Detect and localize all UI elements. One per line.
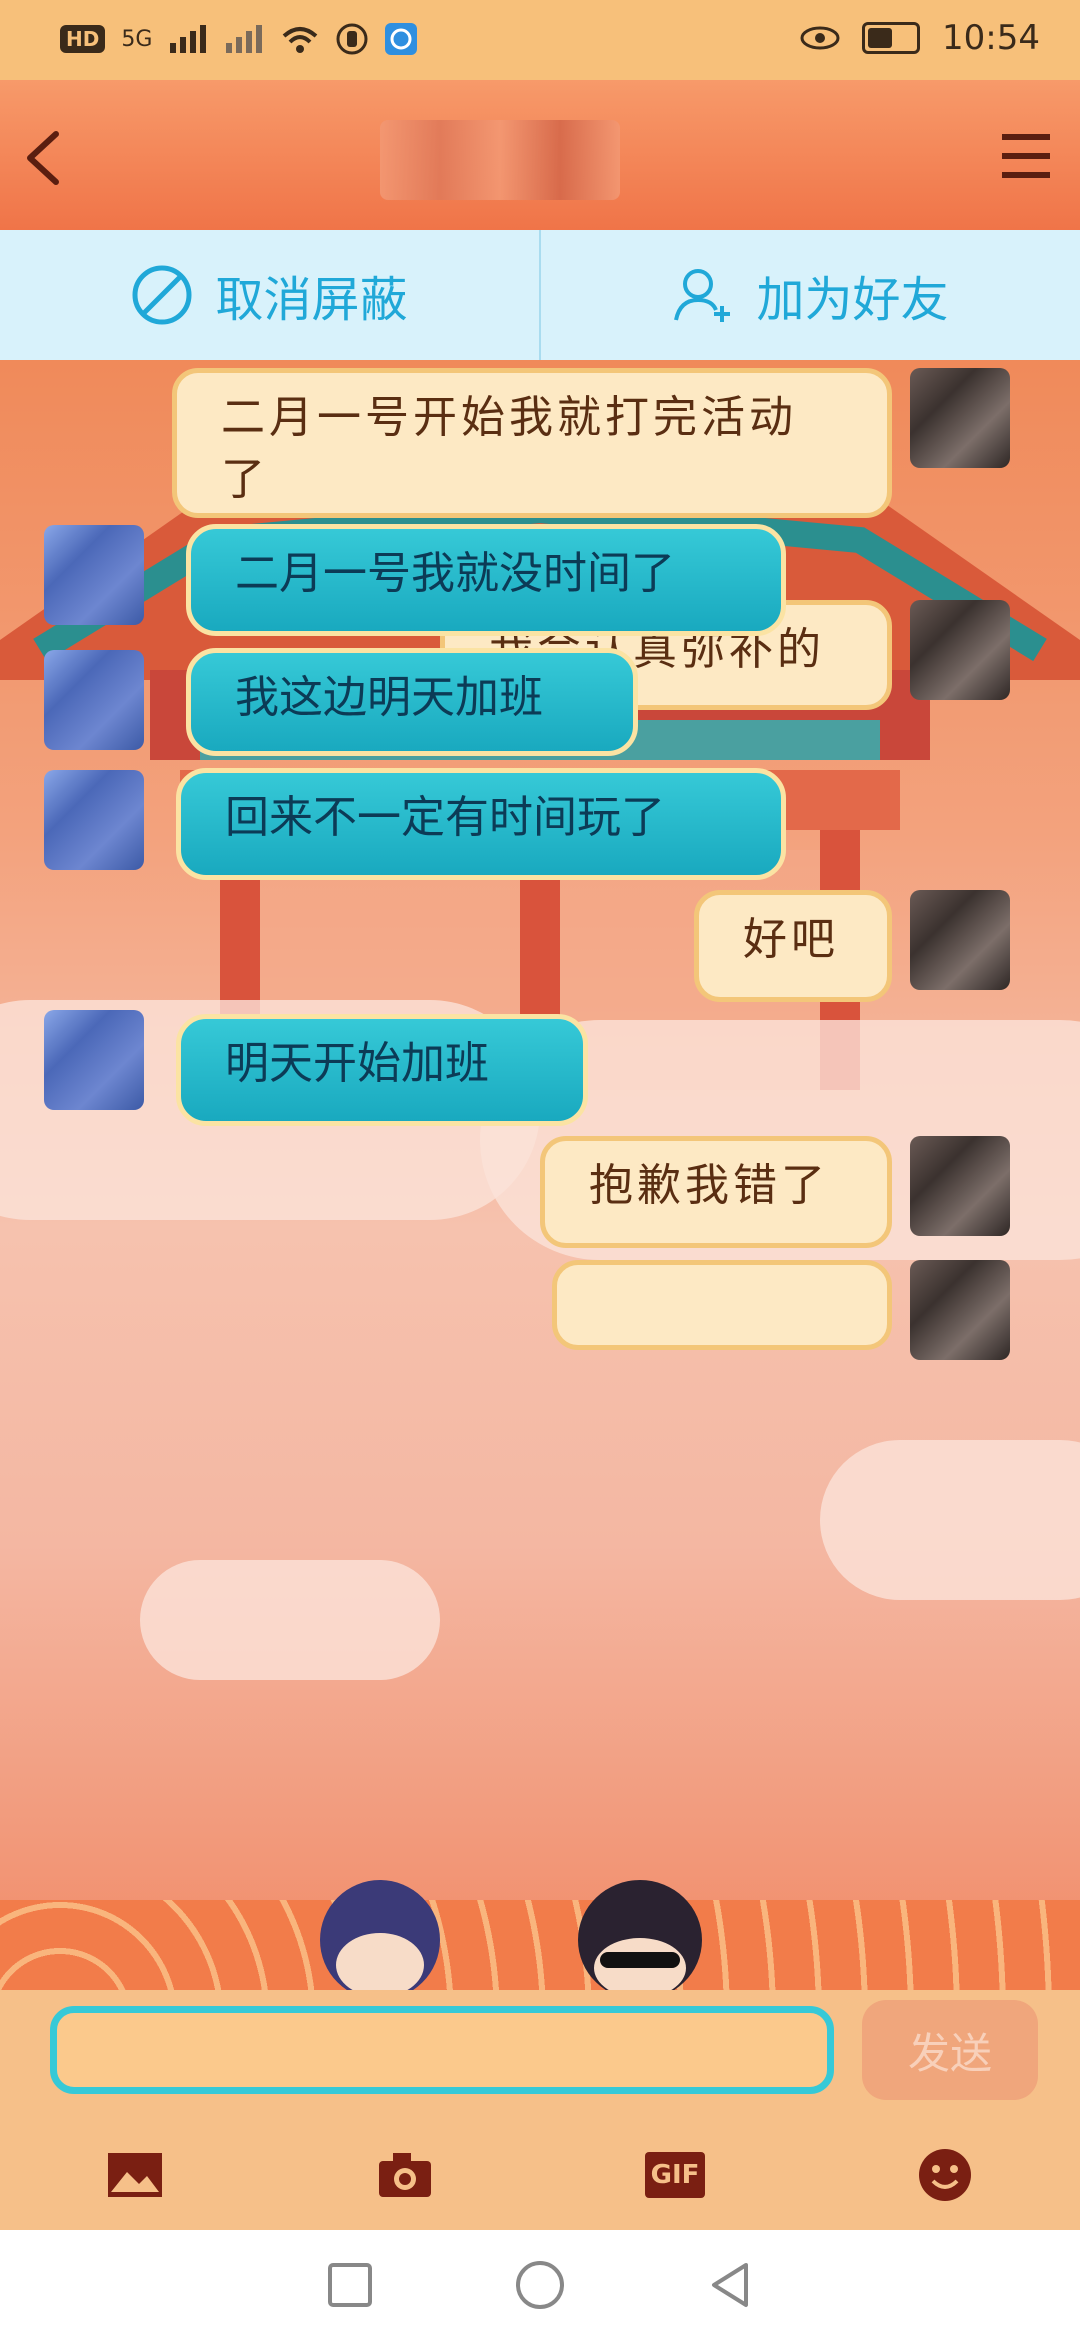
- avatar[interactable]: [44, 1010, 144, 1110]
- message-bubble-outgoing-partial[interactable]: [552, 1260, 892, 1350]
- app-notification-icon: [385, 23, 418, 55]
- home-icon[interactable]: [514, 2259, 566, 2311]
- add-user-icon: [674, 269, 731, 322]
- cloud-decoration: [820, 1440, 1080, 1600]
- emoji-icon: [919, 2149, 971, 2201]
- unblock-button[interactable]: 取消屏蔽: [0, 230, 539, 360]
- mascot-characters: [320, 1880, 702, 2000]
- avatar[interactable]: [910, 1136, 1010, 1236]
- emoji-button[interactable]: [910, 2143, 980, 2207]
- message-bubble-outgoing[interactable]: 好吧: [694, 890, 892, 1002]
- chat-area[interactable]: 二月一号开始我就打完活动了 我会认真弥补的 二月一号我就没时间了 我这边明天加班…: [0, 360, 1080, 1940]
- add-friend-label: 加为好友: [756, 272, 949, 328]
- avatar[interactable]: [44, 650, 144, 750]
- block-icon: [132, 265, 192, 325]
- status-right: 10:54: [800, 18, 1040, 58]
- avatar[interactable]: [910, 890, 1010, 990]
- eye-icon: [800, 26, 840, 50]
- message-bubble-incoming[interactable]: 我这边明天加班: [186, 648, 638, 756]
- hd-badge: HD: [60, 25, 106, 53]
- action-bar: 取消屏蔽 加为好友: [0, 230, 1080, 360]
- chat-header: [0, 80, 1080, 230]
- camera-icon: [379, 2153, 431, 2197]
- message-bubble-outgoing[interactable]: 二月一号开始我就打完活动了: [172, 368, 892, 518]
- contact-name-obscured: [380, 120, 620, 200]
- message-input[interactable]: [50, 2006, 834, 2094]
- network-label: 5G: [121, 26, 153, 52]
- status-bar: HD 5G 10:54: [0, 0, 1080, 80]
- system-nav-bar: [0, 2230, 1080, 2340]
- cloud-decoration: [140, 1560, 440, 1680]
- battery-icon: [862, 22, 921, 54]
- message-bubble-incoming[interactable]: 回来不一定有时间玩了: [176, 768, 786, 880]
- menu-icon[interactable]: [998, 130, 1054, 182]
- camera-button[interactable]: [370, 2143, 440, 2207]
- image-icon: [108, 2153, 162, 2197]
- gif-button[interactable]: GIF: [640, 2143, 710, 2207]
- input-area: 发送: [0, 1990, 1080, 2120]
- message-bubble-incoming[interactable]: 二月一号我就没时间了: [186, 524, 786, 636]
- avatar[interactable]: [910, 1260, 1010, 1360]
- unblock-label: 取消屏蔽: [215, 272, 408, 328]
- avatar[interactable]: [910, 368, 1010, 468]
- status-left: HD 5G: [60, 22, 418, 56]
- back-icon[interactable]: [706, 2261, 754, 2309]
- add-friend-button[interactable]: 加为好友: [541, 230, 1080, 360]
- message-bubble-outgoing[interactable]: 抱歉我错了: [540, 1136, 892, 1248]
- avatar[interactable]: [910, 600, 1010, 700]
- avatar[interactable]: [44, 770, 144, 870]
- back-arrow-icon[interactable]: [18, 128, 68, 188]
- recents-icon[interactable]: [326, 2261, 374, 2309]
- wifi-icon: [283, 27, 318, 53]
- hand-icon: [336, 23, 368, 55]
- signal-icon-secondary: [226, 25, 263, 53]
- gif-icon: GIF: [644, 2152, 706, 2198]
- send-button[interactable]: 发送: [862, 2000, 1038, 2100]
- image-button[interactable]: [100, 2143, 170, 2207]
- message-bubble-incoming[interactable]: 明天开始加班: [176, 1014, 588, 1126]
- avatar[interactable]: [44, 525, 144, 625]
- clock: 10:54: [942, 18, 1040, 58]
- chat-toolbar: GIF: [0, 2120, 1080, 2230]
- signal-icon: [170, 25, 207, 53]
